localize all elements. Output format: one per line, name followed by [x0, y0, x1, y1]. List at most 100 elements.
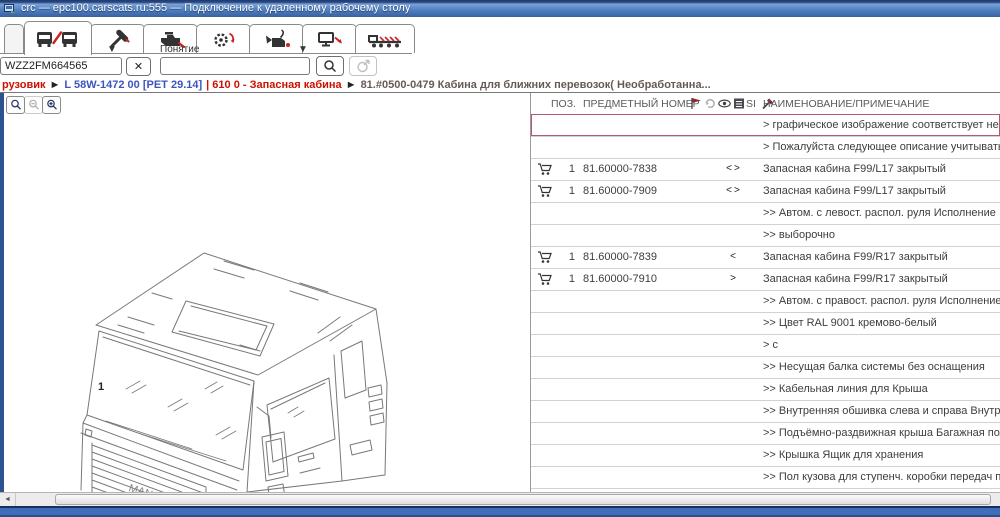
goto-button[interactable] — [349, 56, 377, 76]
flag-icon[interactable] — [690, 97, 702, 110]
tab-hidden-stub[interactable] — [4, 24, 24, 53]
row-name: > графическое изображение соответствует … — [763, 119, 1000, 131]
table-row[interactable]: >> Подъёмно-раздвижная крыша Багажная по… — [531, 423, 1000, 445]
table-row[interactable]: >> Цвет RAL 9001 кремово-белый — [531, 313, 1000, 335]
header-si[interactable]: SI — [746, 98, 756, 110]
window-title: crc — epc100.carscats.ru:555 — Подключен… — [21, 2, 411, 14]
clear-vin-button[interactable]: ✕ — [126, 57, 151, 76]
horizontal-scrollbar[interactable]: ◄ — [0, 492, 1000, 506]
scroll-left-arrow-icon[interactable]: ◄ — [0, 493, 16, 506]
table-row[interactable]: >> Автом. с правост. распол. руля Исполн… — [531, 291, 1000, 313]
zoom-area-icon — [10, 99, 21, 110]
breadcrumb: рузовик ► L 58W-1472 00 [PET 29.14] | 610 0… — [2, 79, 1000, 92]
breadcrumb-segment: | 610 0 - Запасная кабина — [206, 79, 342, 91]
table-row[interactable]: > Пожалуйста следующее описание учитыват… — [531, 137, 1000, 159]
remote-desktop-icon — [4, 3, 15, 13]
parts-table: ПОЗ. ПРЕДМЕТНЫЙ НОМЕР SI НАИМЕНОВАНИЕ/ПР… — [531, 93, 1000, 492]
table-row[interactable]: >> Автом. с левост. распол. руля Исполне… — [531, 203, 1000, 225]
table-row[interactable]: 1 81.60000-7839 < Запасная кабина F99/R17 з… — [531, 247, 1000, 269]
gear-exchange-icon — [213, 32, 234, 47]
row-name: >> выборочно — [763, 229, 835, 241]
table-row[interactable]: 1 81.60000-7910 > Запасная кабина F99/R17 з… — [531, 269, 1000, 291]
table-row[interactable]: >> Пол кузова для ступенч. коробки перед… — [531, 467, 1000, 489]
row-name: >> Кабельная линия для Крыша — [763, 383, 928, 395]
zoom-in-button[interactable] — [42, 96, 61, 114]
callout-1: 1 — [98, 381, 105, 393]
truck-cab-drawing: MAN — [80, 252, 388, 492]
table-row[interactable]: 1 81.60000-7838 <> Запасная кабина F99/L17 … — [531, 159, 1000, 181]
search-button[interactable] — [316, 56, 344, 76]
row-part-number[interactable]: 81.60000-7838 — [583, 163, 657, 175]
tab-transmission[interactable] — [196, 24, 251, 53]
tab-service-data[interactable] — [302, 24, 357, 53]
table-row[interactable]: >> выборочно — [531, 225, 1000, 247]
row-part-number[interactable]: 81.60000-7909 — [583, 185, 657, 197]
header-name[interactable]: НАИМЕНОВАНИЕ/ПРИМЕЧАНИЕ — [763, 98, 929, 110]
table-row[interactable]: 1 81.60000-7909 <> Запасная кабина F99/L17 … — [531, 181, 1000, 203]
header-pos[interactable]: ПОЗ. — [551, 98, 576, 110]
row-pos: 1 — [568, 273, 575, 285]
cart-icon — [538, 185, 552, 197]
jump-arrow-icon — [356, 59, 370, 73]
row-direction-marks: <> — [726, 163, 742, 174]
row-name: >> Цвет RAL 9001 кремово-белый — [763, 317, 937, 329]
close-icon: ✕ — [133, 61, 144, 73]
magnifier-icon — [324, 60, 337, 73]
concept-dropdown-arrow[interactable]: ▼ — [298, 44, 308, 55]
cart-icon — [538, 251, 552, 263]
row-direction-marks: > — [730, 273, 738, 284]
scrollbar-thumb[interactable] — [55, 494, 991, 505]
table-row[interactable]: >> Кабельная линия для Крыша — [531, 379, 1000, 401]
cart-icon — [538, 163, 552, 175]
row-name: >> Автом. с правост. распол. руля Исполн… — [763, 295, 1000, 307]
cart-icon — [538, 273, 552, 285]
oil-can-icon — [265, 29, 290, 47]
tab-lubricants[interactable] — [249, 24, 304, 53]
remote-desktop-window: crc — epc100.carscats.ru:555 — Подключен… — [0, 0, 1000, 517]
tab-chassis[interactable] — [355, 24, 415, 53]
concept-label: Понятие — [160, 44, 200, 55]
table-header: ПОЗ. ПРЕДМЕТНЫЙ НОМЕР SI НАИМЕНОВАНИЕ/ПР… — [531, 93, 1000, 114]
row-pos: 1 — [568, 251, 575, 263]
titlebar[interactable]: crc — epc100.carscats.ru:555 — Подключен… — [0, 0, 1000, 17]
vin-dropdown-arrow[interactable]: ▼ — [107, 44, 117, 55]
zoom-area-button[interactable] — [6, 96, 25, 114]
table-row[interactable]: >> Крышка Ящик для хранения — [531, 445, 1000, 467]
zoom-in-icon — [46, 99, 57, 110]
row-direction-marks: < — [730, 251, 738, 262]
breadcrumb-segment: 81.#0500-0479 Кабина для ближних перевоз… — [360, 79, 711, 91]
row-name: Запасная кабина F99/R17 закрытый — [763, 273, 948, 285]
row-part-number[interactable]: 81.60000-7839 — [583, 251, 657, 263]
list-icon[interactable] — [733, 97, 745, 110]
header-number[interactable]: ПРЕДМЕТНЫЙ НОМЕР — [583, 98, 700, 110]
zoom-out-button[interactable] — [24, 96, 43, 114]
table-row[interactable]: >> Несущая балка системы без оснащения — [531, 357, 1000, 379]
vin-input[interactable] — [0, 57, 122, 75]
row-name: Запасная кабина F99/L17 закрытый — [763, 185, 946, 197]
computer-transfer-icon — [317, 32, 342, 47]
row-pos: 1 — [568, 185, 575, 197]
breadcrumb-segment[interactable]: L 58W-1472 00 [PET 29.14] — [64, 79, 202, 91]
tab-tools[interactable] — [90, 24, 145, 53]
window-bottom-border — [0, 506, 1000, 517]
tab-vehicle[interactable] — [24, 21, 92, 55]
row-name: Запасная кабина F99/R17 закрытый — [763, 251, 948, 263]
breadcrumb-segment: ► — [49, 79, 61, 91]
breadcrumb-segment: рузовик — [2, 79, 46, 91]
zoom-out-icon — [28, 99, 39, 110]
row-name: > с — [763, 339, 778, 351]
row-direction-marks: <> — [726, 185, 742, 196]
table-row[interactable]: > с — [531, 335, 1000, 357]
row-part-number[interactable]: 81.60000-7910 — [583, 273, 657, 285]
table-row[interactable]: >> Внутренняя обшивка слева и справа Вну… — [531, 401, 1000, 423]
row-name: > Пожалуйста следующее описание учитыват… — [763, 141, 1000, 153]
row-name: >> Автом. с левост. распол. руля Исполне… — [763, 207, 996, 219]
eye-icon[interactable] — [718, 97, 731, 110]
cab-compare-icon — [37, 30, 77, 47]
row-name: >> Крышка Ящик для хранения — [763, 449, 924, 461]
sync-icon[interactable] — [704, 97, 716, 110]
row-name: >> Пол кузова для ступенч. коробки перед… — [763, 471, 1000, 483]
row-name: >> Подъёмно-раздвижная крыша Багажная по… — [763, 427, 1000, 439]
table-row[interactable]: > графическое изображение соответствует … — [531, 114, 1000, 137]
concept-input[interactable] — [160, 57, 310, 75]
